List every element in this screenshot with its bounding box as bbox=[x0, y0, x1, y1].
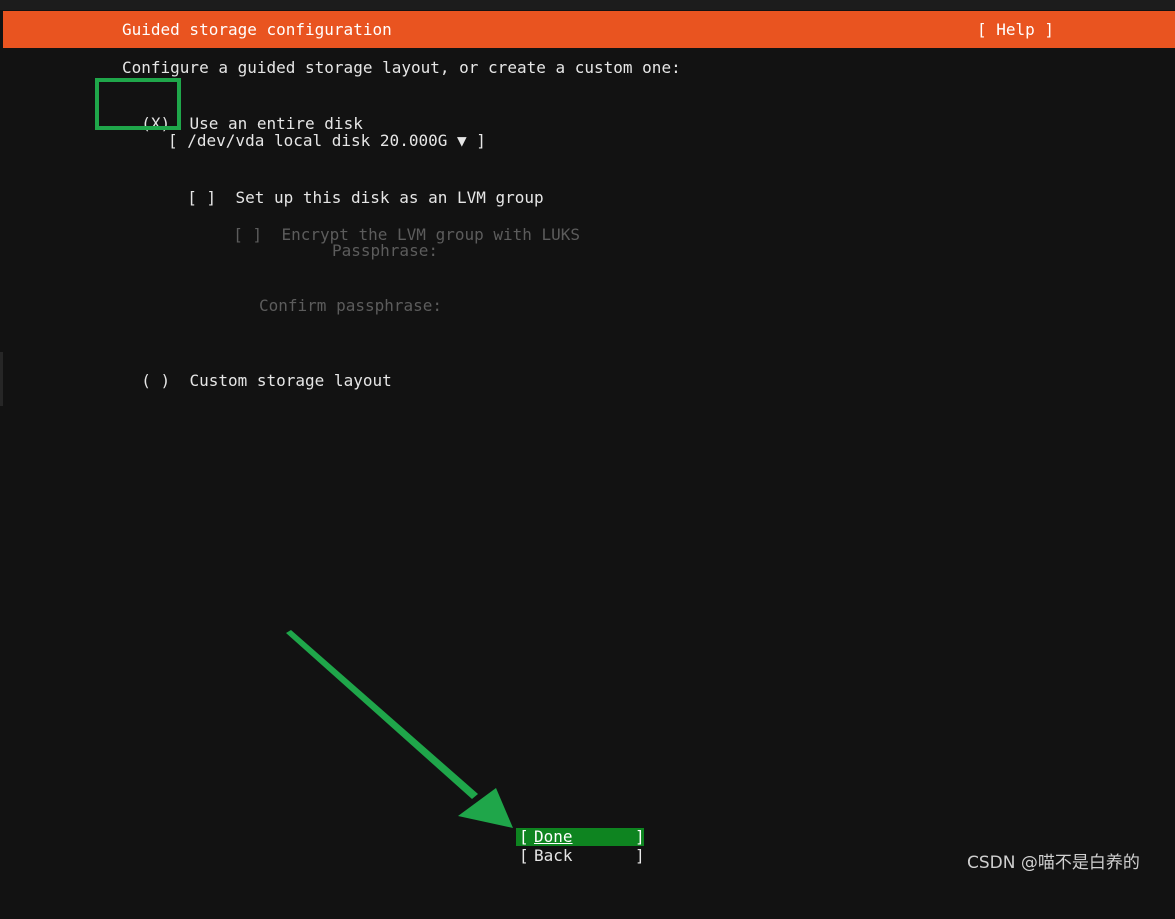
back-label: Back bbox=[534, 846, 573, 865]
back-button[interactable]: [ Back ] bbox=[516, 846, 645, 865]
done-button[interactable]: [ Done ] bbox=[516, 827, 645, 846]
back-bracket-close: ] bbox=[635, 846, 645, 865]
done-label: Done bbox=[534, 827, 573, 846]
done-bracket-open: [ bbox=[519, 827, 529, 846]
annotation-arrow-head bbox=[458, 788, 513, 828]
back-bracket-open: [ bbox=[519, 846, 529, 865]
watermark: CSDN @喵不是白养的 bbox=[967, 853, 1140, 873]
annotation-arrow bbox=[286, 630, 513, 828]
annotation-arrow-shaft bbox=[286, 630, 478, 799]
done-bracket-close: ] bbox=[635, 827, 645, 846]
